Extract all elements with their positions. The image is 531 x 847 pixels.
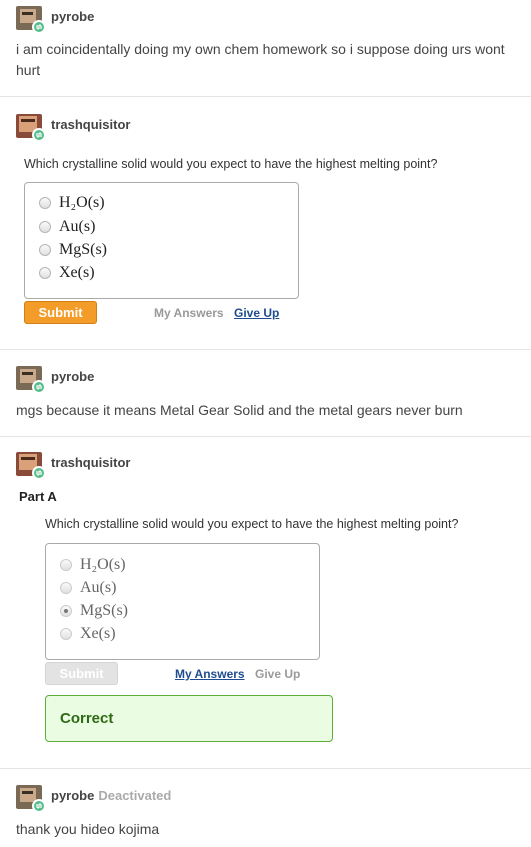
give-up-link[interactable]: Give Up <box>255 667 300 681</box>
reblog-icon <box>32 380 46 394</box>
radio-button[interactable] <box>60 582 72 594</box>
question-text: Which crystalline solid would you expect… <box>45 517 459 531</box>
submit-button[interactable]: Submit <box>24 301 97 324</box>
username[interactable]: pyrobe <box>51 9 94 24</box>
post-text: mgs because it means Metal Gear Solid an… <box>16 402 463 418</box>
question-text: Which crystalline solid would you expect… <box>24 157 438 171</box>
post-text-line2: hurt <box>16 62 41 78</box>
feedback-correct: Correct <box>45 695 333 742</box>
radio-button[interactable] <box>60 559 72 571</box>
username[interactable]: pyrobe <box>51 369 94 384</box>
radio-button[interactable] <box>39 197 51 209</box>
username[interactable]: trashquisitor <box>51 117 130 132</box>
feedback-text: Correct <box>60 710 114 727</box>
radio-button[interactable] <box>39 267 51 279</box>
post-text: i am coincidentally doing my own chem ho… <box>16 41 505 57</box>
choice-label: MgS(s) <box>59 241 108 258</box>
choice-label: Xe(s) <box>80 625 116 642</box>
username-text[interactable]: pyrobe <box>51 788 94 803</box>
my-answers-link[interactable]: My Answers <box>154 306 224 320</box>
radio-button[interactable] <box>39 221 51 233</box>
post-5: pyrobe Deactivated thank you hideo kojima <box>0 769 531 847</box>
choice-label: H₂O(s) <box>80 556 126 573</box>
post-3: pyrobe mgs because it means Metal Gear S… <box>0 350 531 437</box>
choice-label: Au(s) <box>80 579 117 596</box>
answer-choices: H₂O(s) Au(s) MgS(s) Xe(s) <box>45 543 320 660</box>
submit-button[interactable]: Submit <box>45 662 118 685</box>
username[interactable]: pyrobe Deactivated <box>51 788 171 803</box>
post-text: thank you hideo kojima <box>16 821 160 837</box>
choice-label: H₂O(s) <box>59 194 105 211</box>
my-answers-link[interactable]: My Answers <box>175 667 245 681</box>
choice-label: Au(s) <box>59 218 96 235</box>
reblog-icon <box>32 466 46 480</box>
reblog-icon <box>32 799 46 813</box>
give-up-link[interactable]: Give Up <box>234 306 279 320</box>
username[interactable]: trashquisitor <box>51 455 130 470</box>
post-header: pyrobe Deactivated <box>16 785 316 815</box>
reblog-icon <box>32 20 46 34</box>
answer-choices: H₂O(s) Au(s) MgS(s) Xe(s) <box>24 182 299 299</box>
radio-button-selected[interactable] <box>60 605 72 617</box>
choice-label: Xe(s) <box>59 264 95 281</box>
choice-label: MgS(s) <box>80 602 129 619</box>
post-1: pyrobe i am coincidentally doing my own … <box>0 0 531 97</box>
radio-button[interactable] <box>39 244 51 256</box>
deactivated-label: Deactivated <box>98 788 172 803</box>
part-label: Part A <box>19 489 57 504</box>
radio-button[interactable] <box>60 628 72 640</box>
reblog-icon <box>32 128 46 142</box>
